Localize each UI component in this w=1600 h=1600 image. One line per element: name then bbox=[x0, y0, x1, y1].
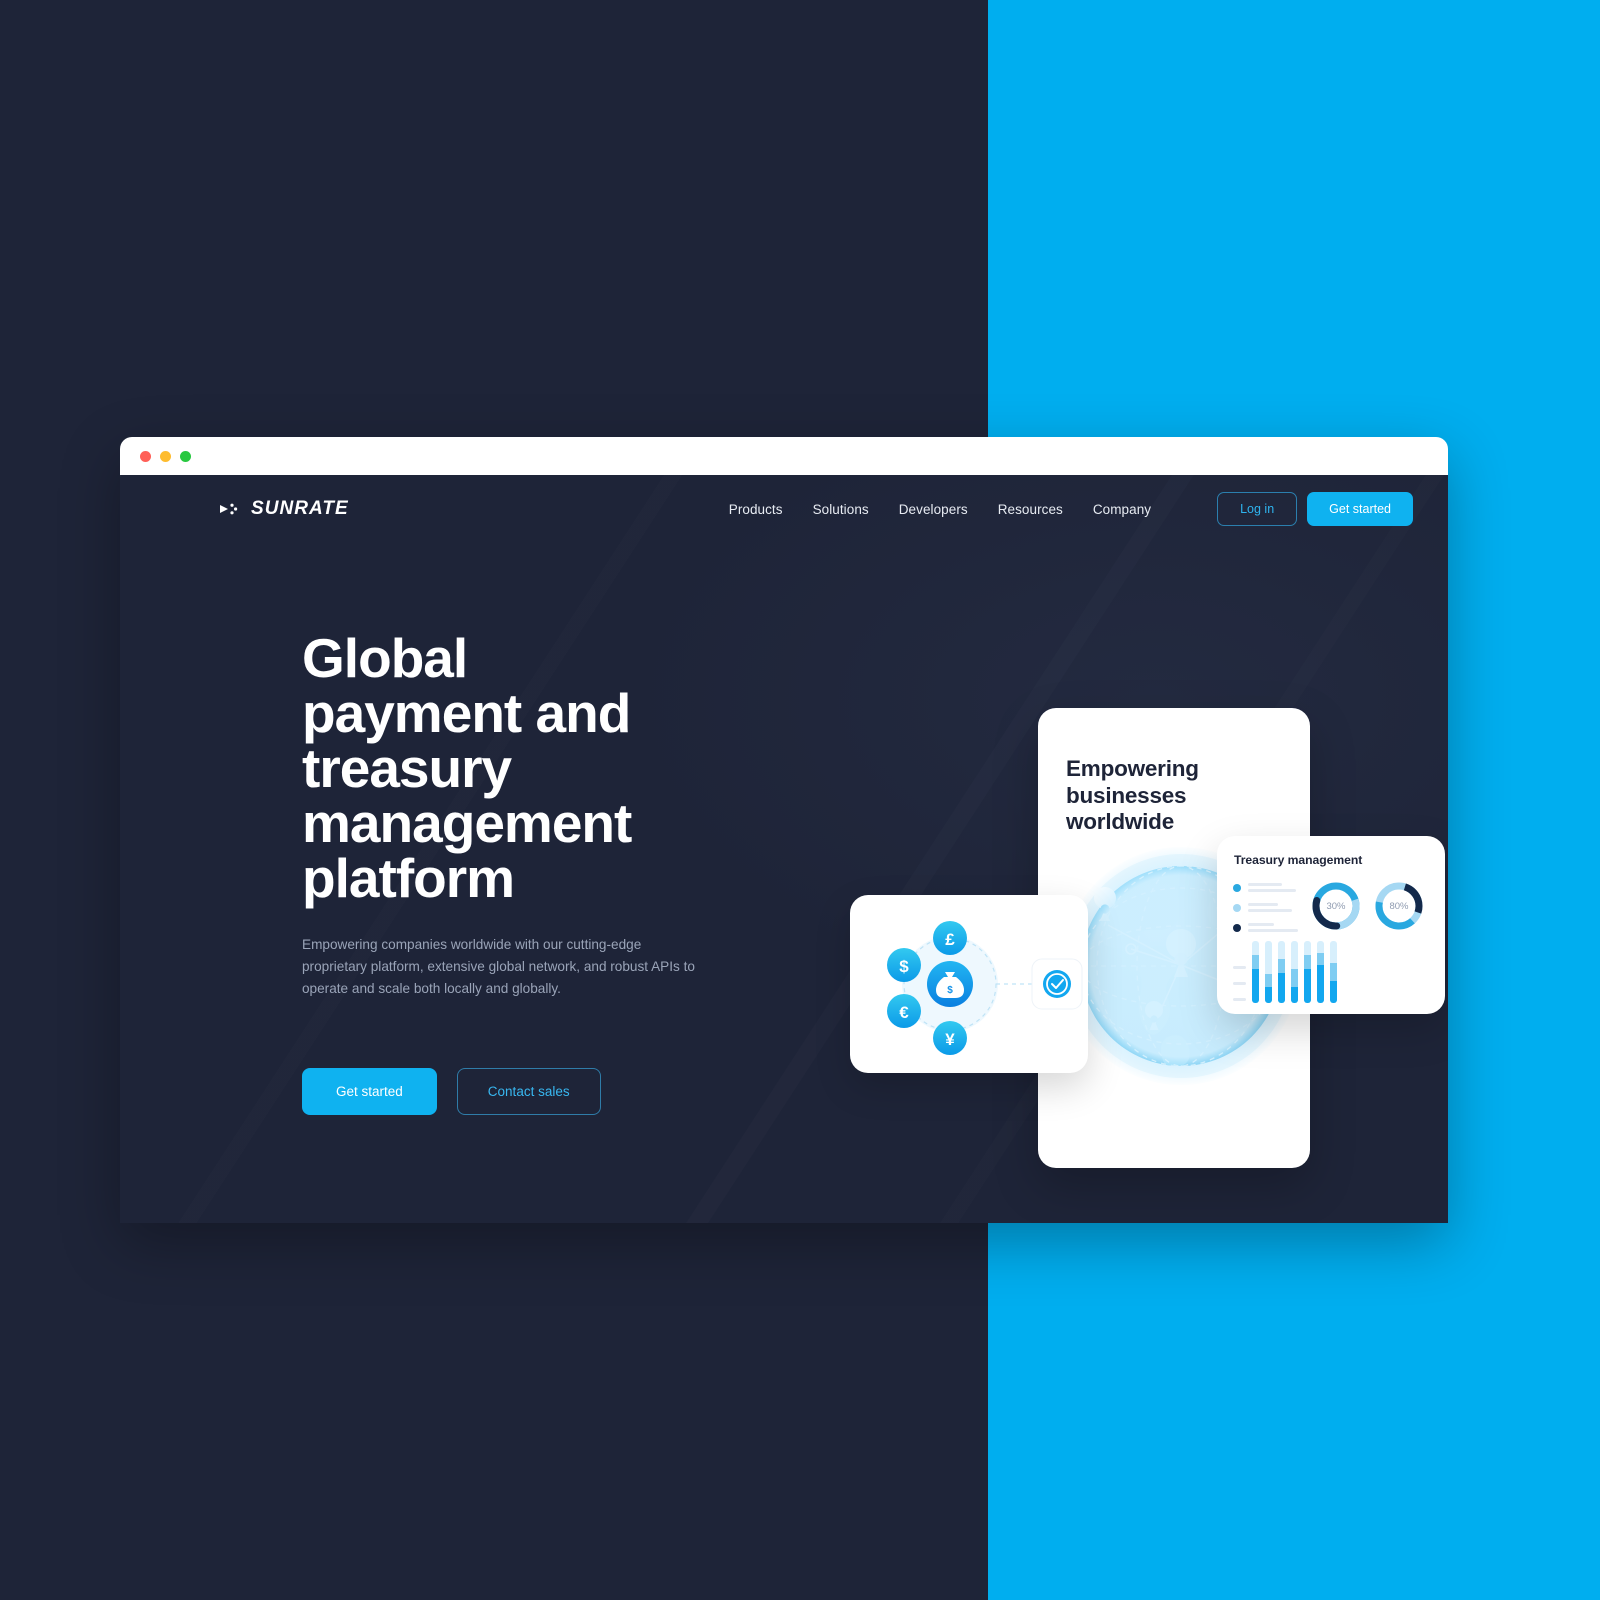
canvas: SUNRATE Products Solutions Developers Re… bbox=[0, 0, 1600, 1600]
headline-line-5: platform bbox=[302, 847, 515, 909]
currency-flow-card: £ $ € ¥ $ bbox=[850, 895, 1088, 1073]
bar-column bbox=[1330, 941, 1337, 1003]
hero-section: Global payment and treasury management p… bbox=[120, 543, 1448, 1168]
bar-column bbox=[1304, 941, 1311, 1003]
page-title: Global payment and treasury management p… bbox=[302, 631, 732, 906]
legend-placeholder-lines bbox=[1248, 923, 1298, 932]
svg-text:£: £ bbox=[945, 930, 955, 949]
donut-chart-group: 30% 80% bbox=[1310, 880, 1425, 932]
svg-text:$: $ bbox=[947, 985, 953, 996]
nav-item-solutions[interactable]: Solutions bbox=[813, 502, 869, 517]
bar-column bbox=[1265, 941, 1272, 1003]
nav-item-resources[interactable]: Resources bbox=[998, 502, 1063, 517]
bar-column bbox=[1291, 941, 1298, 1003]
empowering-line-1: Empowering bbox=[1066, 756, 1199, 781]
empowering-line-2: businesses bbox=[1066, 782, 1187, 808]
treasury-bar-chart bbox=[1217, 932, 1445, 1003]
contact-sales-button[interactable]: Contact sales bbox=[456, 1068, 601, 1116]
site-logo[interactable]: SUNRATE bbox=[220, 498, 349, 520]
navbar-links: Products Solutions Developers Resources … bbox=[729, 502, 1151, 517]
legend-item bbox=[1233, 883, 1298, 892]
hero-cta-group: Get started Contact sales bbox=[302, 1068, 732, 1116]
nav-item-developers[interactable]: Developers bbox=[899, 502, 968, 517]
treasury-card-body: 30% 80% bbox=[1217, 867, 1445, 932]
nav-item-company[interactable]: Company bbox=[1093, 502, 1151, 517]
currency-flow-diagram: £ $ € ¥ $ bbox=[887, 921, 1083, 1055]
treasury-management-card: Treasury management 30% 80% bbox=[1217, 836, 1445, 1014]
bar-column bbox=[1317, 941, 1324, 1003]
usd-coin-icon: $ bbox=[887, 948, 921, 982]
donut-chart-80: 80% bbox=[1373, 880, 1425, 932]
treasury-legend bbox=[1233, 880, 1298, 932]
headline-line-2: payment and bbox=[302, 682, 631, 744]
money-bag-icon: $ bbox=[927, 961, 973, 1007]
eur-coin-icon: € bbox=[887, 994, 921, 1028]
logo-wordmark: SUNRATE bbox=[251, 498, 349, 519]
headline-line-3: treasury bbox=[302, 737, 512, 799]
navbar-actions: Log in Get started bbox=[1217, 492, 1413, 526]
legend-dot-icon bbox=[1233, 883, 1241, 892]
arrow-dots-icon bbox=[220, 503, 238, 515]
svg-text:$: $ bbox=[899, 957, 909, 976]
gbp-coin-icon: £ bbox=[933, 921, 967, 955]
bar-chart-ticks bbox=[1233, 966, 1246, 1003]
empowering-line-3: worldwide bbox=[1066, 809, 1174, 835]
browser-window: SUNRATE Products Solutions Developers Re… bbox=[120, 437, 1448, 1223]
headline-line-1: Global bbox=[302, 627, 468, 689]
jpy-coin-icon: ¥ bbox=[933, 1021, 967, 1055]
hero-illustration: Empowering businesses worldwide £ $ € ¥ … bbox=[720, 673, 1445, 1223]
login-button[interactable]: Log in bbox=[1217, 492, 1298, 526]
site-navbar: SUNRATE Products Solutions Developers Re… bbox=[120, 475, 1448, 543]
nav-get-started-button[interactable]: Get started bbox=[1307, 492, 1413, 526]
bar-column bbox=[1278, 941, 1285, 1003]
maximize-traffic-light[interactable] bbox=[180, 450, 191, 462]
hero-subtext: Empowering companies worldwide with our … bbox=[302, 937, 695, 997]
bar-column bbox=[1252, 941, 1259, 1003]
webpage-viewport: SUNRATE Products Solutions Developers Re… bbox=[120, 475, 1448, 1223]
headline-line-4: management bbox=[302, 792, 632, 854]
check-circle-icon bbox=[1031, 958, 1083, 1010]
legend-dot-icon bbox=[1233, 903, 1241, 912]
nav-item-products[interactable]: Products bbox=[729, 502, 783, 517]
treasury-card-title: Treasury management bbox=[1234, 853, 1363, 867]
legend-dot-icon bbox=[1233, 923, 1241, 932]
legend-item bbox=[1233, 923, 1298, 932]
hero-get-started-button[interactable]: Get started bbox=[302, 1068, 437, 1116]
legend-placeholder-lines bbox=[1248, 903, 1292, 912]
hero-copy: Global payment and treasury management p… bbox=[302, 543, 732, 1116]
donut-chart-30: 30% bbox=[1310, 880, 1362, 932]
minimize-traffic-light[interactable] bbox=[160, 450, 171, 462]
legend-item bbox=[1233, 903, 1298, 912]
browser-titlebar bbox=[120, 437, 1448, 475]
empowering-card-title: Empowering businesses worldwide bbox=[1066, 756, 1310, 836]
legend-placeholder-lines bbox=[1248, 883, 1296, 892]
donut-30-label: 30% bbox=[1326, 900, 1346, 912]
close-traffic-light[interactable] bbox=[140, 450, 151, 462]
svg-text:¥: ¥ bbox=[945, 1030, 955, 1049]
donut-80-label: 80% bbox=[1389, 900, 1409, 912]
svg-text:€: € bbox=[899, 1003, 909, 1022]
